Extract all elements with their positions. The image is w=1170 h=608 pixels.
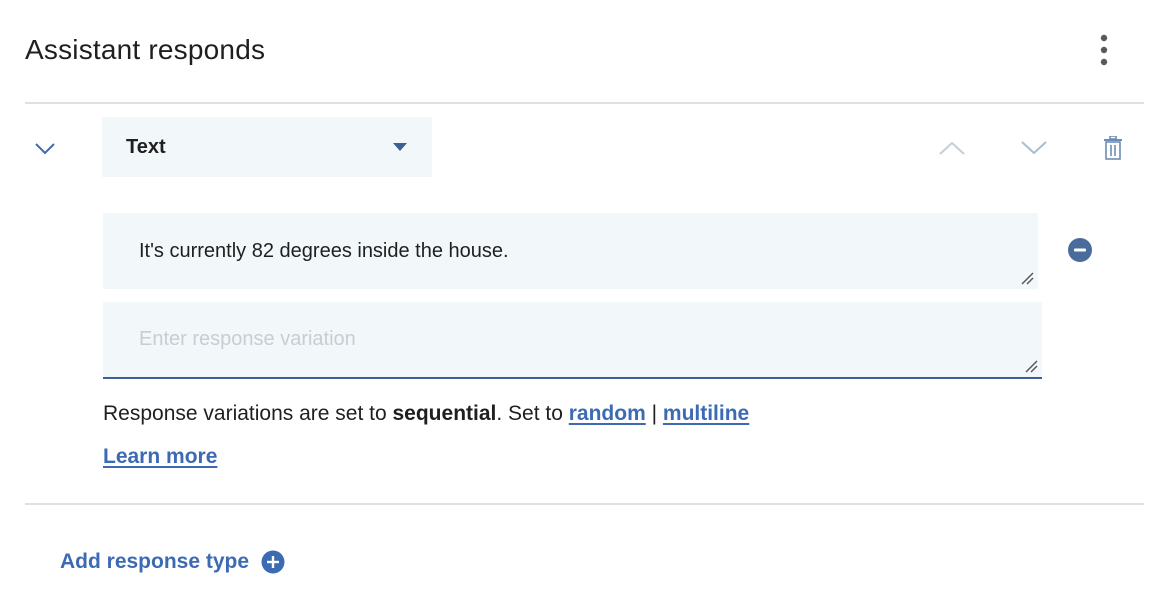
- settings-prefix: Response variations are set to: [103, 402, 393, 425]
- resize-handle-icon[interactable]: [1024, 359, 1038, 373]
- delete-response-button[interactable]: [1095, 130, 1131, 166]
- footer-divider: [25, 503, 1144, 505]
- response-type-value: Text: [126, 135, 166, 158]
- header-divider: [25, 102, 1144, 104]
- response-type-select[interactable]: Text: [102, 117, 432, 177]
- settings-separator: |: [645, 402, 663, 425]
- trash-icon: [1104, 136, 1122, 160]
- remove-variation-button[interactable]: [1067, 237, 1093, 263]
- overflow-menu-vertical-icon: [1100, 34, 1108, 66]
- new-variation-placeholder: Enter response variation: [139, 328, 356, 350]
- collapse-response-button[interactable]: [30, 134, 60, 164]
- settings-middle: . Set to: [496, 402, 569, 425]
- variation-settings-text: Response variations are set to sequentia…: [103, 400, 749, 428]
- add-response-type-button[interactable]: Add response type: [60, 546, 285, 578]
- response-variation-text: It's currently 82 degrees inside the hou…: [139, 239, 509, 262]
- overflow-menu-button[interactable]: [1086, 28, 1122, 72]
- learn-more-link[interactable]: Learn more: [103, 443, 217, 471]
- response-variation-field[interactable]: It's currently 82 degrees inside the hou…: [103, 213, 1038, 289]
- chevron-down-icon: [1021, 141, 1047, 155]
- add-response-type-label: Add response type: [60, 550, 250, 573]
- chevron-down-icon: [35, 143, 55, 155]
- set-random-link[interactable]: random: [569, 402, 646, 425]
- caret-down-icon: [393, 143, 407, 151]
- settings-mode: sequential: [392, 402, 497, 425]
- move-up-button[interactable]: [934, 130, 970, 166]
- assistant-responds-panel: Assistant responds Text It's currently 8…: [0, 0, 1170, 608]
- page-title: Assistant responds: [25, 34, 266, 65]
- resize-handle-icon[interactable]: [1020, 271, 1034, 285]
- set-multiline-link[interactable]: multiline: [663, 402, 749, 425]
- chevron-up-icon: [939, 141, 965, 155]
- add-filled-icon: [261, 550, 285, 574]
- move-down-button[interactable]: [1016, 130, 1052, 166]
- new-variation-field[interactable]: Enter response variation: [103, 302, 1042, 379]
